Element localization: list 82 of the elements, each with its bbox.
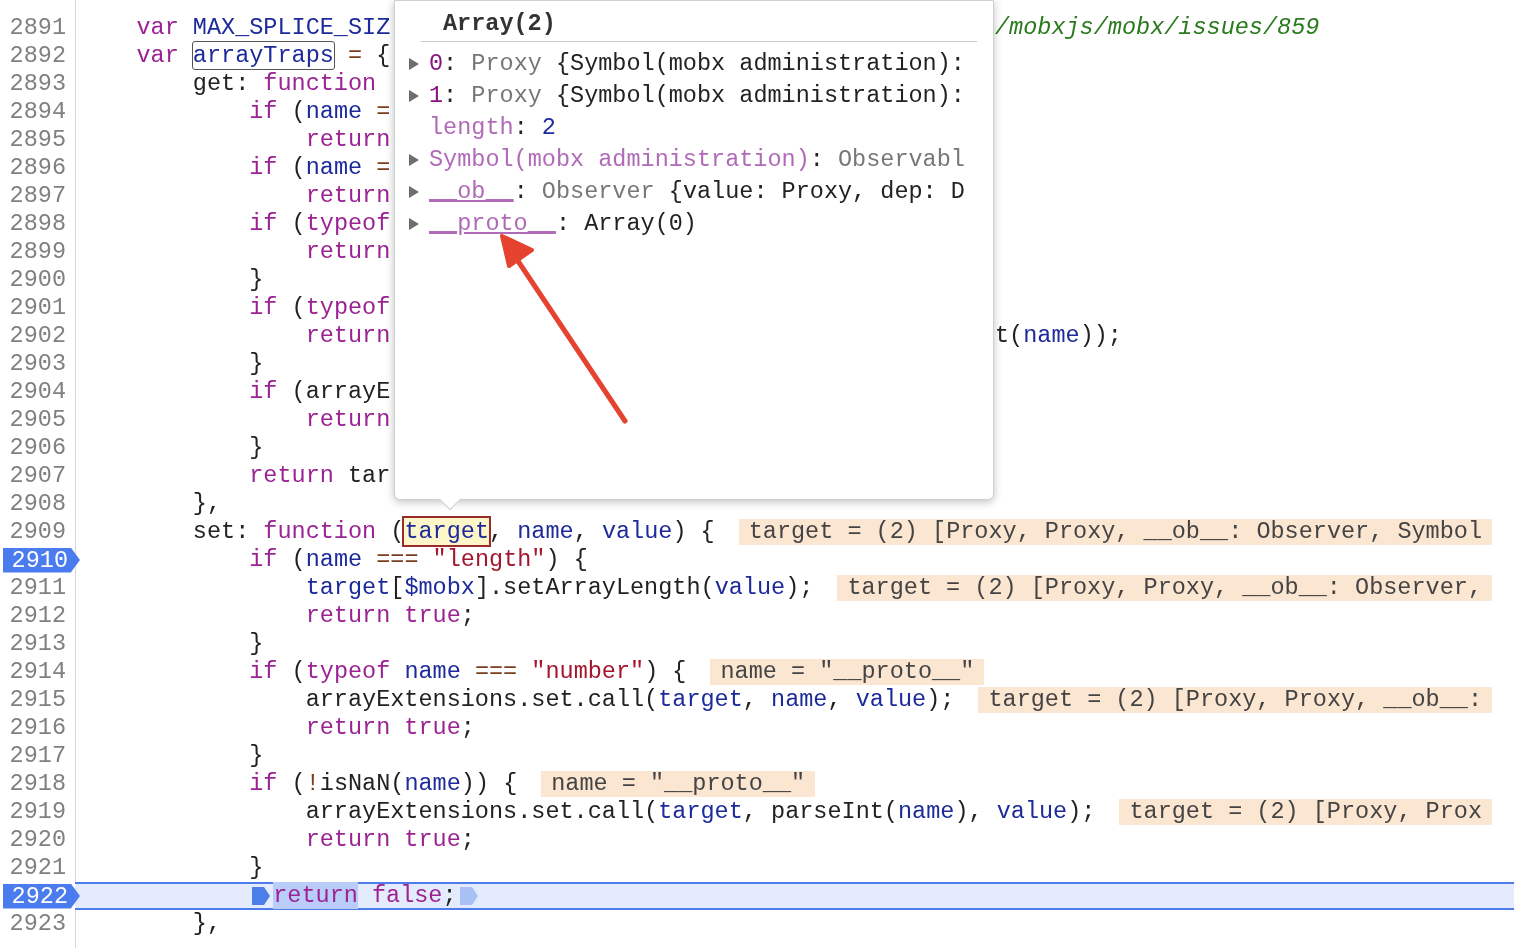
code-text: get: function (192, 70, 377, 98)
code-text: if (arrayE (249, 378, 391, 406)
line-number[interactable]: 2911 (0, 574, 75, 602)
breakpoint-line-number[interactable]: 2910 (3, 547, 80, 573)
property-row-text: Symbol(mobx administration): Observabl (429, 145, 965, 176)
line-number[interactable]: 2908 (0, 490, 75, 518)
code-text: if (typeof (249, 294, 391, 322)
line-number[interactable]: 2904 (0, 378, 75, 406)
code-text: }, (192, 910, 222, 938)
line-number[interactable]: 2919 (0, 798, 75, 826)
line-number[interactable]: 2917 (0, 742, 75, 770)
line-number[interactable]: 2892 (0, 42, 75, 70)
line-number[interactable]: 2891 (0, 14, 75, 42)
property-row-text: 1: Proxy {Symbol(mobx administration): (429, 81, 965, 112)
inline-value: target = (2) [Proxy, Prox (1119, 799, 1492, 825)
code-text: var MAX_SPLICE_SIZ (136, 14, 391, 42)
line-number[interactable]: 2907 (0, 462, 75, 490)
line-number[interactable]: 2894 (0, 98, 75, 126)
line-number[interactable]: 2898 (0, 210, 75, 238)
property-row-text: __ob__: Observer {value: Proxy, dep: D (429, 177, 965, 208)
code-text: return (305, 126, 391, 154)
code-text: /mobxjs/mobx/issues/859 (995, 14, 1320, 42)
line-number[interactable]: 2899 (0, 238, 75, 266)
inline-value: name = "__proto__" (710, 659, 985, 685)
code-text: target[$mobx].setArrayLength(value); (305, 574, 814, 602)
inline-value: target = (2) [Proxy, Proxy, __ob__: Observer, (837, 575, 1492, 601)
code-text: t(name)); (995, 322, 1122, 350)
line-number[interactable]: 2916 (0, 714, 75, 742)
code-text: }, (192, 490, 222, 518)
code-text: arrayExtensions.set.call(target, parseInt(name), value); (305, 798, 1096, 826)
code-text: } (249, 854, 264, 882)
line-number[interactable]: 2918 (0, 770, 75, 798)
line-number[interactable]: 2921 (0, 854, 75, 882)
code-text: if (typeof name === "number") { (249, 658, 687, 686)
code-text: if (name = (249, 98, 391, 126)
line-number[interactable]: 2897 (0, 182, 75, 210)
line-number[interactable]: 2909 (0, 518, 75, 546)
code-text: if (!isNaN(name)) { (249, 770, 518, 798)
popover-title: Array(2) (443, 9, 557, 39)
line-number[interactable]: 2901 (0, 294, 75, 322)
code-text: if (name === "length") { (249, 546, 588, 574)
inline-value: target = (2) [Proxy, Proxy, __ob__: (978, 687, 1492, 713)
code-text: return true; (305, 714, 475, 742)
code-text: var arrayTraps = { (136, 42, 391, 70)
line-number[interactable]: 2905 (0, 406, 75, 434)
line-number[interactable]: 2900 (0, 266, 75, 294)
active-breakpoint-marker-icon[interactable] (251, 886, 272, 906)
line-number[interactable]: 2915 (0, 686, 75, 714)
code-text: } (249, 434, 264, 462)
code-text: if (name = (249, 154, 391, 182)
line-number[interactable]: 2906 (0, 434, 75, 462)
code-text: if (typeof (249, 210, 391, 238)
code-text: return (305, 238, 391, 266)
code-text: arrayExtensions.set.call(target, name, value); (305, 686, 955, 714)
property-row-text: length: 2 (429, 113, 556, 144)
line-number[interactable]: 2895 (0, 126, 75, 154)
line-number[interactable]: 2896 (0, 154, 75, 182)
line-number[interactable]: 2912 (0, 602, 75, 630)
inline-value: name = "__proto__" (541, 771, 816, 797)
code-text: } (249, 266, 264, 294)
code-text: return tar (249, 462, 391, 490)
line-number[interactable]: 2903 (0, 350, 75, 378)
code-text: return (305, 322, 391, 350)
code-text: return (305, 182, 391, 210)
line-number[interactable]: 2902 (0, 322, 75, 350)
code-text: return false; (273, 882, 457, 910)
line-number[interactable]: 2914 (0, 658, 75, 686)
line-number[interactable]: 2920 (0, 826, 75, 854)
line-number[interactable]: 2923 (0, 910, 75, 938)
code-text: return (305, 406, 391, 434)
property-row-text: 0: Proxy {Symbol(mobx administration): (429, 49, 965, 80)
code-text: return true; (305, 826, 475, 854)
breakpoint-line-number[interactable]: 2922 (3, 883, 80, 909)
line-number[interactable]: 2913 (0, 630, 75, 658)
line-number[interactable]: 2893 (0, 70, 75, 98)
code-text: return true; (305, 602, 475, 630)
code-text: } (249, 630, 264, 658)
inline-value: target = (2) [Proxy, Proxy, __ob__: Observer, Symbol (738, 519, 1493, 545)
code-text: set: function (target, name, value) { (192, 518, 715, 546)
property-row-text: __proto__: Array(0) (429, 209, 697, 240)
code-text: } (249, 742, 264, 770)
code-text: } (249, 350, 264, 378)
